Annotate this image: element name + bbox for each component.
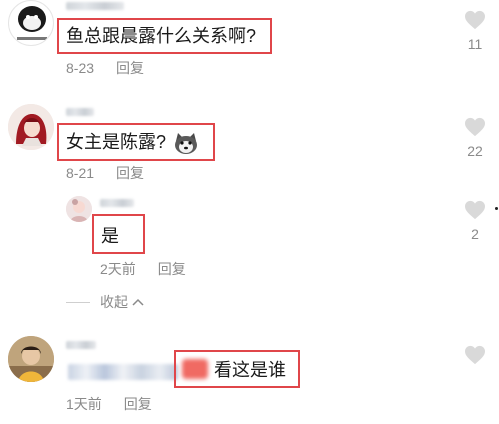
anime-girl-avatar-icon (8, 104, 54, 150)
blurred-mention[interactable] (68, 364, 178, 380)
reply-button[interactable]: 回复 (116, 60, 144, 76)
stray-dot (495, 207, 498, 210)
like-button[interactable]: 2 (455, 200, 495, 242)
reply-date: 2天前 (100, 261, 136, 277)
reply-button[interactable]: 回复 (124, 396, 152, 412)
comment-date: 8-23 (66, 60, 95, 76)
username-blurred[interactable] (66, 341, 96, 349)
like-count: 11 (467, 36, 483, 52)
collapse-replies-button[interactable]: 收起 (66, 292, 144, 312)
reply-meta: 2天前 回复 (100, 259, 186, 279)
reply-text: 是 (101, 226, 119, 246)
chevron-up-icon (132, 295, 144, 309)
heart-icon (465, 10, 485, 30)
comment-date: 8-21 (66, 165, 95, 181)
comment-meta: 1天前 回复 (66, 394, 152, 414)
comment-meta: 8-21 回复 (66, 163, 144, 183)
person-photo-avatar-icon (8, 336, 54, 382)
reply-avatar[interactable] (66, 196, 92, 222)
like-count: 22 (467, 143, 483, 159)
avatar[interactable] (8, 104, 54, 150)
divider-line (66, 301, 90, 303)
reply-avatar-icon (66, 196, 92, 222)
blurred-emoji (182, 359, 208, 379)
avatar[interactable] (8, 0, 54, 46)
collapse-label: 收起 (100, 294, 128, 310)
like-button[interactable]: 11 (455, 10, 495, 52)
like-button[interactable] (455, 345, 495, 365)
meme-face-avatar-icon (17, 6, 47, 40)
comment-text: 看这是谁 (214, 360, 286, 380)
avatar[interactable] (8, 336, 54, 382)
comment-text: 鱼总跟晨露什么关系啊? (66, 26, 257, 46)
comment-text: 女主是陈露? (66, 130, 200, 155)
like-count: 2 (471, 226, 479, 242)
comment-text-content: 女主是陈露? (66, 132, 167, 152)
username-blurred[interactable] (66, 2, 124, 10)
heart-icon (465, 117, 485, 137)
username-blurred[interactable] (66, 108, 94, 116)
heart-icon (465, 345, 485, 365)
reply-button[interactable]: 回复 (116, 165, 144, 181)
comment-date: 1天前 (66, 396, 102, 412)
husky-emoji-icon (172, 131, 200, 155)
reply-button[interactable]: 回复 (158, 261, 186, 277)
heart-icon (465, 200, 485, 220)
username-blurred[interactable] (100, 199, 134, 207)
like-button[interactable]: 22 (455, 117, 495, 159)
comment-meta: 8-23 回复 (66, 58, 144, 78)
